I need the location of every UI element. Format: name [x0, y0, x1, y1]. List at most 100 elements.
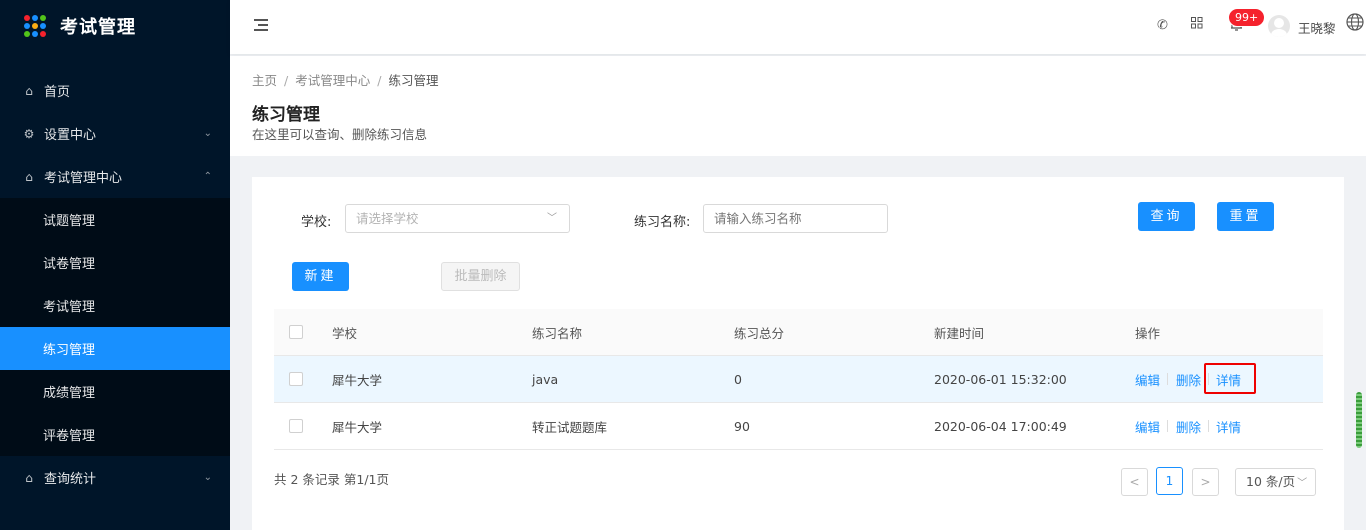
- column-header: 学校: [332, 325, 358, 341]
- page-size-select[interactable]: 10 条/页 ﹀: [1235, 468, 1316, 496]
- cell-created: 2020-06-01 15:32:00: [934, 371, 1067, 387]
- logo-dot: [24, 23, 30, 29]
- breadcrumb-parent[interactable]: 考试管理中心: [295, 73, 370, 88]
- highlight-box: [1204, 363, 1256, 394]
- query-button[interactable]: 查询: [1138, 202, 1195, 231]
- edit-link[interactable]: 编辑: [1135, 417, 1160, 436]
- practice-name-label: 练习名称:: [634, 215, 691, 230]
- phone-icon[interactable]: ✆: [1157, 18, 1168, 33]
- chevron-down-icon: ⌄: [203, 128, 212, 139]
- logo: 考试管理: [0, 0, 230, 52]
- logo-dot: [32, 23, 38, 29]
- cell-school: 犀牛大学: [332, 419, 383, 435]
- home-icon: ⌂: [25, 470, 33, 485]
- home-icon: ⌂: [25, 169, 33, 184]
- cell-score: 90: [734, 418, 750, 434]
- scrollbar[interactable]: [1356, 392, 1362, 448]
- detail-link[interactable]: 详情: [1216, 417, 1241, 436]
- sidebar-item-label: 考试管理中心: [44, 171, 123, 186]
- next-page-button[interactable]: >: [1192, 468, 1219, 496]
- sidebar-item-settings[interactable]: ⚙ 设置中心 ⌄: [0, 112, 230, 155]
- sidebar-menu: ⌂ 首页 ⚙ 设置中心 ⌄ ⌂ 考试管理中心 ⌃ 试题管理 试卷管理 考试管理 练习管理 …: [0, 69, 230, 499]
- column-header: 练习总分: [734, 325, 785, 341]
- sidebar-item-label: 成绩管理: [43, 386, 96, 401]
- cell-school: 犀牛大学: [332, 372, 383, 388]
- grid-icon[interactable]: [1191, 17, 1203, 33]
- pagination-summary: 共 2 条记录 第1/1页: [274, 472, 389, 487]
- logo-dot: [32, 31, 38, 37]
- content-card: 学校: 请选择学校 ﹀ 练习名称: 查询 重置 新建 批量删除 学校 练习名称 …: [252, 177, 1344, 530]
- sidebar: 考试管理 ⌂ 首页 ⚙ 设置中心 ⌄ ⌂ 考试管理中心 ⌃ 试题管理 试卷管理 考试管理 …: [0, 0, 230, 530]
- sidebar-item-label: 试题管理: [43, 214, 96, 229]
- delete-link[interactable]: 删除: [1176, 417, 1201, 436]
- home-icon: ⌂: [25, 83, 33, 98]
- page-title: 练习管理: [252, 105, 320, 125]
- sidebar-item-questions[interactable]: 试题管理: [0, 198, 230, 241]
- column-header: 操作: [1135, 325, 1161, 341]
- action-divider: [1208, 420, 1209, 432]
- globe-icon[interactable]: [1346, 13, 1364, 31]
- sidebar-item-exam-center[interactable]: ⌂ 考试管理中心 ⌃: [0, 155, 230, 198]
- sidebar-item-label: 试卷管理: [43, 257, 96, 272]
- logo-grid-icon: [24, 15, 46, 37]
- prev-page-button[interactable]: <: [1121, 468, 1148, 496]
- logo-dot: [40, 15, 46, 21]
- delete-link[interactable]: 删除: [1176, 370, 1201, 389]
- reset-button[interactable]: 重置: [1217, 202, 1274, 231]
- breadcrumb-separator: /: [284, 73, 289, 88]
- select-all-checkbox[interactable]: [289, 325, 303, 339]
- new-button[interactable]: 新建: [292, 262, 349, 291]
- sidebar-item-scores[interactable]: 成绩管理: [0, 370, 230, 413]
- app-title: 考试管理: [60, 17, 136, 38]
- school-label: 学校:: [301, 215, 332, 230]
- logo-dot: [40, 23, 46, 29]
- column-header: 新建时间: [934, 325, 985, 341]
- chevron-down-icon: ﹀: [547, 213, 557, 224]
- gear-icon: ⚙: [23, 126, 35, 141]
- batch-delete-button[interactable]: 批量删除: [441, 262, 520, 291]
- logo-dot: [40, 31, 46, 37]
- page-number-button[interactable]: 1: [1156, 467, 1183, 495]
- practice-name-input[interactable]: [703, 204, 888, 233]
- edit-link[interactable]: 编辑: [1135, 370, 1160, 389]
- table-header: 学校 练习名称 练习总分 新建时间 操作: [274, 309, 1323, 356]
- menu-fold-icon[interactable]: [252, 16, 270, 34]
- chevron-up-icon: ⌃: [203, 171, 212, 182]
- action-divider: [1167, 373, 1168, 385]
- cell-practice-name: java: [532, 371, 559, 387]
- breadcrumb-separator: /: [377, 73, 382, 88]
- logo-dot: [24, 15, 30, 21]
- column-header: 练习名称: [532, 325, 583, 341]
- sidebar-item-label: 练习管理: [43, 343, 96, 358]
- breadcrumb-home[interactable]: 主页: [252, 73, 277, 88]
- sidebar-item-grading[interactable]: 评卷管理: [0, 413, 230, 456]
- sidebar-item-label: 设置中心: [44, 128, 97, 143]
- sidebar-item-exams[interactable]: 考试管理: [0, 284, 230, 327]
- row-checkbox[interactable]: [289, 419, 303, 433]
- page-header: 主页 / 考试管理中心 / 练习管理 练习管理 在这里可以查询、删除练习信息: [230, 56, 1366, 156]
- cell-score: 0: [734, 371, 742, 387]
- avatar[interactable]: [1268, 15, 1290, 37]
- sidebar-item-label: 考试管理: [43, 300, 96, 315]
- row-checkbox[interactable]: [289, 372, 303, 386]
- logo-dot: [32, 15, 38, 21]
- table-row: 犀牛大学 转正试题题库 90 2020-06-04 17:00:49 编辑 删除…: [274, 403, 1323, 450]
- action-divider: [1167, 420, 1168, 432]
- sidebar-item-papers[interactable]: 试卷管理: [0, 241, 230, 284]
- notification-badge: 99+: [1228, 8, 1266, 27]
- sidebar-item-label: 查询统计: [44, 472, 97, 487]
- username[interactable]: 王晓黎: [1298, 18, 1336, 37]
- page-size-value: 10 条/页: [1246, 474, 1296, 489]
- sidebar-item-statistics[interactable]: ⌂ 查询统计 ⌄: [0, 456, 230, 499]
- breadcrumb: 主页 / 考试管理中心 / 练习管理: [252, 70, 438, 89]
- topbar: ✆ 99+ 王晓黎: [230, 0, 1366, 54]
- chevron-down-icon: ⌄: [203, 472, 212, 483]
- sidebar-item-practice[interactable]: 练习管理: [0, 327, 230, 370]
- sidebar-item-home[interactable]: ⌂ 首页: [0, 69, 230, 112]
- sidebar-item-label: 首页: [44, 85, 71, 100]
- logo-dot: [24, 31, 30, 37]
- school-select[interactable]: 请选择学校 ﹀: [345, 204, 570, 233]
- school-select-placeholder: 请选择学校: [356, 211, 419, 226]
- chevron-down-icon: ﹀: [1297, 478, 1308, 489]
- breadcrumb-current: 练习管理: [388, 73, 439, 88]
